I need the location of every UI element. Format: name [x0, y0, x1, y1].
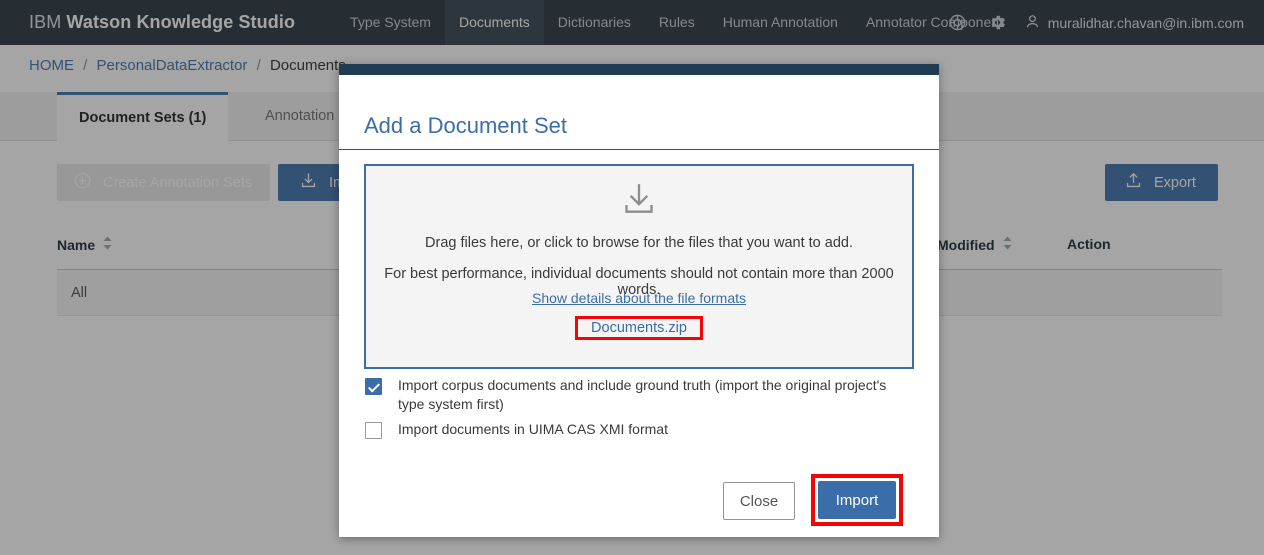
show-file-formats-link[interactable]: Show details about the file formats — [532, 290, 746, 306]
close-button[interactable]: Close — [723, 482, 795, 520]
annotation-box-import: Import — [811, 474, 903, 526]
dialog-header: Add a Document Set — [339, 75, 939, 150]
annotation-box-file: Documents.zip — [575, 316, 703, 340]
selected-file-wrapper: Documents.zip — [366, 316, 912, 340]
selected-file: Documents.zip — [578, 315, 700, 342]
option-ground-truth-row: Import corpus documents and include grou… — [365, 376, 910, 414]
file-dropzone[interactable]: Drag files here, or click to browse for … — [364, 164, 914, 369]
dialog-body: Drag files here, or click to browse for … — [339, 150, 939, 468]
checkbox-import-uima-cas-xmi[interactable] — [365, 422, 382, 439]
checkbox-import-ground-truth-label[interactable]: Import corpus documents and include grou… — [398, 376, 910, 414]
selected-file-link[interactable]: Documents.zip — [591, 320, 687, 336]
add-document-set-dialog: Add a Document Set Drag files here, or c… — [339, 64, 939, 537]
dialog-footer: Close Import — [339, 468, 939, 536]
download-tray-icon — [366, 180, 912, 220]
import-button[interactable]: Import — [818, 481, 896, 519]
option-uima-row: Import documents in UIMA CAS XMI format — [365, 420, 910, 439]
dropzone-instruction: Drag files here, or click to browse for … — [425, 235, 853, 251]
file-formats-link-wrapper: Show details about the file formats — [366, 290, 912, 306]
checkbox-import-ground-truth[interactable] — [365, 378, 382, 395]
checkbox-import-uima-cas-xmi-label[interactable]: Import documents in UIMA CAS XMI format — [398, 420, 668, 439]
dialog-title: Add a Document Set — [364, 113, 568, 138]
dialog-accent-bar — [339, 64, 939, 75]
